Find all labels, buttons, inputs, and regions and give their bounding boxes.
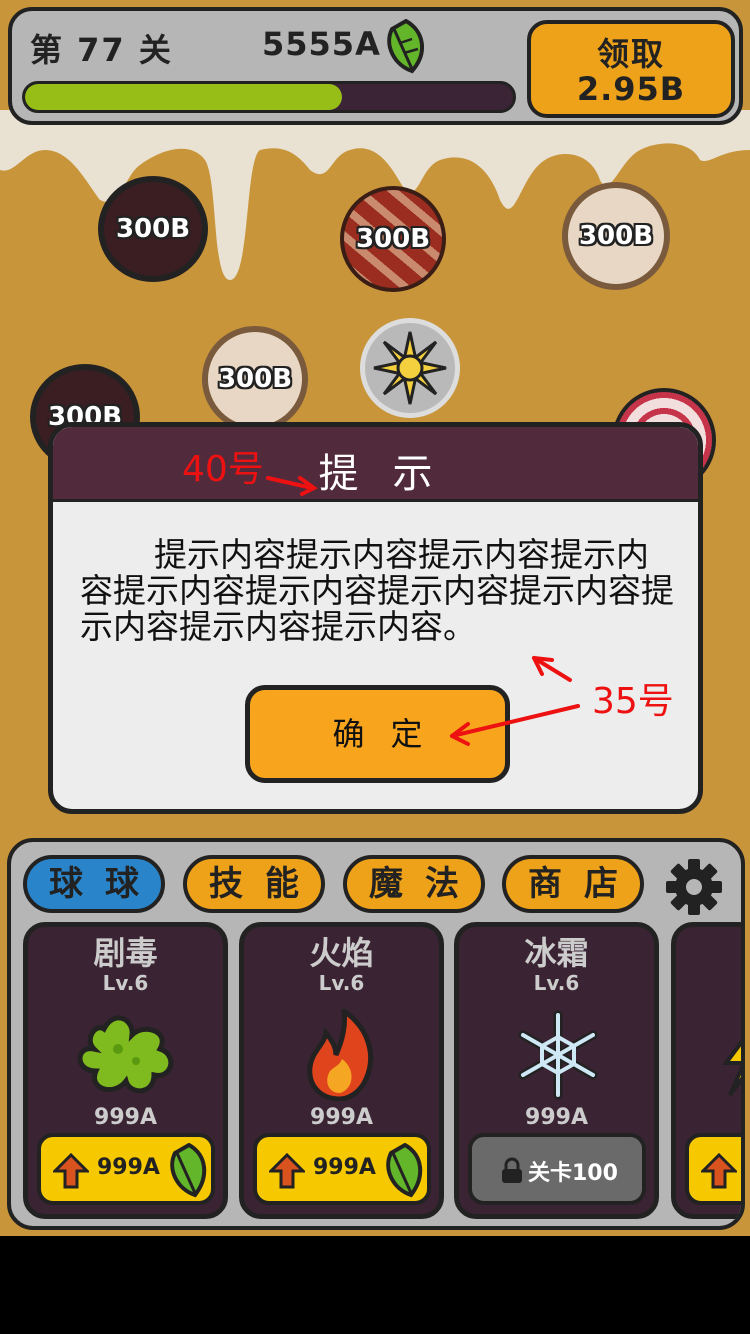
tab-balls[interactable]: 球球	[23, 855, 165, 913]
leaf-currency-icon	[170, 1143, 207, 1198]
lightning-icon	[722, 1039, 741, 1097]
upgrade-card-partial[interactable]	[671, 922, 741, 1219]
unlock-requirement: 关卡100	[528, 1161, 618, 1186]
upgrade-button[interactable]: 999A	[37, 1133, 215, 1205]
lock-icon	[502, 1157, 522, 1183]
card-level: Lv.6	[102, 971, 149, 995]
upgrade-arrow-icon	[701, 1153, 737, 1189]
tab-shop[interactable]: 商店	[502, 855, 644, 913]
upgrade-cost: 999A	[97, 1155, 160, 1180]
card-price: 999A	[94, 1105, 157, 1130]
card-level: Lv.6	[533, 971, 580, 995]
card-name: 冰霜	[524, 934, 589, 972]
settings-gear-icon[interactable]	[665, 858, 723, 916]
tab-magic[interactable]: 魔法	[343, 855, 485, 913]
snowflake-icon	[518, 1010, 598, 1100]
upgrade-cost: 999A	[313, 1155, 376, 1180]
upgrade-card-frost[interactable]: 冰霜 Lv.6 999A 关卡100	[454, 922, 659, 1219]
upgrade-arrow-icon	[269, 1153, 305, 1189]
upgrade-card-fire[interactable]: 火焰 Lv.6 999A 999A	[239, 922, 444, 1219]
card-name: 剧毒	[93, 934, 158, 972]
card-price: 999A	[310, 1105, 373, 1130]
upgrade-button[interactable]: 999A	[253, 1133, 431, 1205]
upgrade-button[interactable]	[685, 1133, 741, 1205]
card-price: 999A	[525, 1105, 588, 1130]
bottom-upgrade-panel: 球球 技能 魔法 商店 剧毒 Lv.6 999A 999A 火焰 Lv.6 99…	[7, 838, 745, 1230]
leaf-currency-icon	[386, 1143, 423, 1198]
tab-skills[interactable]: 技能	[183, 855, 325, 913]
upgrade-card-poison[interactable]: 剧毒 Lv.6 999A 999A	[23, 922, 228, 1219]
locked-button: 关卡100	[468, 1133, 646, 1205]
game-scene: 第 77 关 5555A 领取 2.95B 300B 300B 300B 300…	[0, 0, 750, 1236]
card-name: 火焰	[309, 934, 374, 972]
flame-icon	[307, 1009, 374, 1101]
poison-splat-icon	[77, 1015, 174, 1094]
upgrade-arrow-icon	[53, 1153, 89, 1189]
card-level: Lv.6	[318, 971, 365, 995]
